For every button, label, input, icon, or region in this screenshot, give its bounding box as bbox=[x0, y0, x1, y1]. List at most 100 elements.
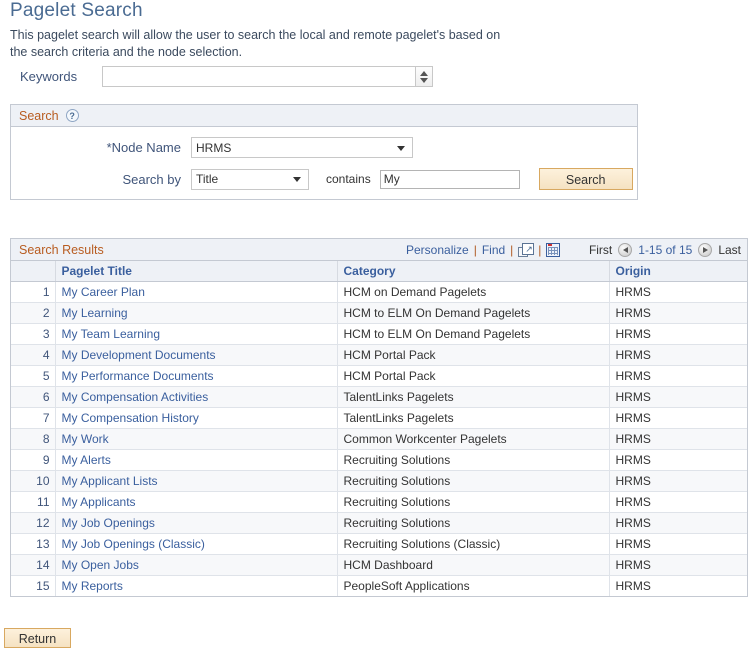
search-by-row: Search by Title contains Search bbox=[11, 168, 633, 190]
stepper-down-icon[interactable] bbox=[420, 77, 428, 83]
table-row: 3 My Team Learning HCM to ELM On Demand Pa… bbox=[11, 323, 747, 345]
pagelet-title-link[interactable]: My Reports bbox=[62, 579, 123, 593]
cell-pagelet-title: My Job Openings bbox=[55, 512, 338, 534]
search-panel-title: Search bbox=[19, 108, 59, 123]
cell-origin: HRMS bbox=[609, 323, 747, 345]
row-number: 5 bbox=[11, 365, 56, 387]
search-term-input[interactable] bbox=[379, 169, 520, 189]
next-arrow-icon bbox=[702, 246, 708, 253]
toolbar-separator: | bbox=[538, 242, 542, 257]
pagelet-title-link[interactable]: My Job Openings bbox=[62, 516, 155, 530]
new-window-arrow-icon: ↗ bbox=[525, 243, 533, 254]
table-row: 7 My Compensation History TalentLinks Page… bbox=[11, 407, 747, 429]
cell-category: Recruiting Solutions bbox=[337, 449, 610, 471]
row-number: 6 bbox=[11, 386, 56, 408]
node-name-value: HRMS bbox=[196, 140, 232, 155]
search-by-value: Title bbox=[196, 172, 219, 186]
cell-pagelet-title: My Reports bbox=[55, 575, 338, 596]
table-row: 9 My Alerts Recruiting Solutions HRMS bbox=[11, 449, 747, 471]
search-results-title: Search Results bbox=[19, 242, 104, 257]
next-page-icon[interactable] bbox=[698, 242, 713, 257]
pagelet-title-link[interactable]: My Open Jobs bbox=[62, 558, 139, 572]
cell-pagelet-title: My Development Documents bbox=[55, 344, 338, 366]
keywords-label: Keywords bbox=[20, 69, 78, 84]
node-name-label: *Node Name bbox=[106, 140, 181, 155]
cell-pagelet-title: My Job Openings (Classic) bbox=[55, 533, 338, 555]
last-page-link[interactable]: Last bbox=[718, 243, 741, 257]
cell-origin: HRMS bbox=[609, 302, 747, 324]
personalize-link[interactable]: Personalize bbox=[406, 243, 469, 257]
row-number: 4 bbox=[11, 344, 56, 366]
pagination-controls: First 1-15 of 15 Last bbox=[589, 242, 741, 257]
search-button[interactable]: Search bbox=[538, 168, 633, 190]
search-by-select[interactable]: Title bbox=[191, 168, 309, 190]
pagelet-title-link[interactable]: My Development Documents bbox=[62, 348, 216, 362]
column-header-origin: Origin bbox=[609, 261, 747, 282]
row-number: 12 bbox=[11, 512, 56, 534]
pagelet-title-link[interactable]: My Compensation Activities bbox=[62, 390, 209, 404]
column-header-category: Category bbox=[337, 261, 610, 282]
table-row: 14 My Open Jobs HCM Dashboard HRMS bbox=[11, 554, 747, 576]
pagelet-title-link[interactable]: My Performance Documents bbox=[62, 369, 214, 383]
pagelet-title-link[interactable]: My Career Plan bbox=[62, 285, 145, 299]
column-header-number bbox=[11, 261, 56, 282]
row-number: 8 bbox=[11, 428, 56, 450]
pagelet-title-link[interactable]: My Team Learning bbox=[62, 327, 161, 341]
keywords-input[interactable] bbox=[102, 66, 416, 87]
table-row: 2 My Learning HCM to ELM On Demand Pagelet… bbox=[11, 302, 747, 324]
cell-origin: HRMS bbox=[609, 491, 747, 513]
previous-page-icon[interactable] bbox=[618, 242, 633, 257]
table-row: 5 My Performance Documents HCM Portal Pack… bbox=[11, 365, 747, 387]
first-page-link[interactable]: First bbox=[589, 243, 612, 257]
cell-origin: HRMS bbox=[609, 386, 747, 408]
cell-category: Recruiting Solutions bbox=[337, 491, 610, 513]
download-to-spreadsheet-icon[interactable] bbox=[546, 242, 561, 257]
previous-arrow-icon bbox=[622, 246, 628, 253]
cell-pagelet-title: My Compensation History bbox=[55, 407, 338, 429]
table-row: 15 My Reports PeopleSoft Applications HRMS bbox=[11, 575, 747, 596]
toolbar-separator: | bbox=[510, 242, 514, 257]
table-row: 10 My Applicant Lists Recruiting Solutions… bbox=[11, 470, 747, 492]
new-window-icon[interactable]: ↗ bbox=[518, 242, 535, 257]
row-number: 7 bbox=[11, 407, 56, 429]
keywords-row: Keywords bbox=[20, 66, 433, 87]
cell-category: HCM on Demand Pagelets bbox=[337, 281, 610, 303]
row-number: 1 bbox=[11, 281, 56, 303]
page-title: Pagelet Search bbox=[10, 0, 143, 21]
pagelet-title-link[interactable]: My Compensation History bbox=[62, 411, 199, 425]
page-description: This pagelet search will allow the user … bbox=[10, 28, 501, 59]
cell-pagelet-title: My Team Learning bbox=[55, 323, 338, 345]
cell-pagelet-title: My Learning bbox=[55, 302, 338, 324]
chevron-down-icon bbox=[397, 145, 405, 151]
table-row: 6 My Compensation Activities TalentLinks P… bbox=[11, 386, 747, 408]
cell-pagelet-title: My Performance Documents bbox=[55, 365, 338, 387]
return-button[interactable]: Return bbox=[4, 628, 71, 648]
node-name-select[interactable]: HRMS bbox=[191, 137, 413, 158]
find-link[interactable]: Find bbox=[482, 243, 505, 257]
keywords-stepper[interactable] bbox=[416, 66, 433, 87]
pagelet-title-link[interactable]: My Work bbox=[62, 432, 109, 446]
cell-category: HCM to ELM On Demand Pagelets bbox=[337, 323, 610, 345]
table-body: 1 My Career Plan HCM on Demand Pagelets HRM… bbox=[11, 281, 747, 596]
table-row: 11 My Applicants Recruiting Solutions HRMS bbox=[11, 491, 747, 513]
search-results-panel: Search Results Personalize | Find | ↗ | … bbox=[10, 238, 748, 597]
cell-origin: HRMS bbox=[609, 407, 747, 429]
pagelet-title-link[interactable]: My Applicant Lists bbox=[62, 474, 158, 488]
cell-origin: HRMS bbox=[609, 470, 747, 492]
pagelet-title-link[interactable]: My Job Openings (Classic) bbox=[62, 537, 205, 551]
stepper-up-icon[interactable] bbox=[420, 70, 428, 76]
toolbar-separator: | bbox=[473, 242, 477, 257]
table-row: 8 My Work Common Workcenter Pagelets HRMS bbox=[11, 428, 747, 450]
cell-origin: HRMS bbox=[609, 365, 747, 387]
cell-pagelet-title: My Compensation Activities bbox=[55, 386, 338, 408]
row-number: 10 bbox=[11, 470, 56, 492]
cell-origin: HRMS bbox=[609, 512, 747, 534]
node-name-row: *Node Name HRMS bbox=[11, 137, 413, 158]
table-header-row: Pagelet Title Category Origin bbox=[11, 261, 747, 282]
help-icon[interactable]: ? bbox=[65, 109, 79, 122]
pagelet-title-link[interactable]: My Learning bbox=[62, 306, 128, 320]
pagelet-title-link[interactable]: My Alerts bbox=[62, 453, 111, 467]
pagelet-title-link[interactable]: My Applicants bbox=[62, 495, 136, 509]
contains-label: contains bbox=[326, 172, 371, 186]
row-number: 13 bbox=[11, 533, 56, 555]
